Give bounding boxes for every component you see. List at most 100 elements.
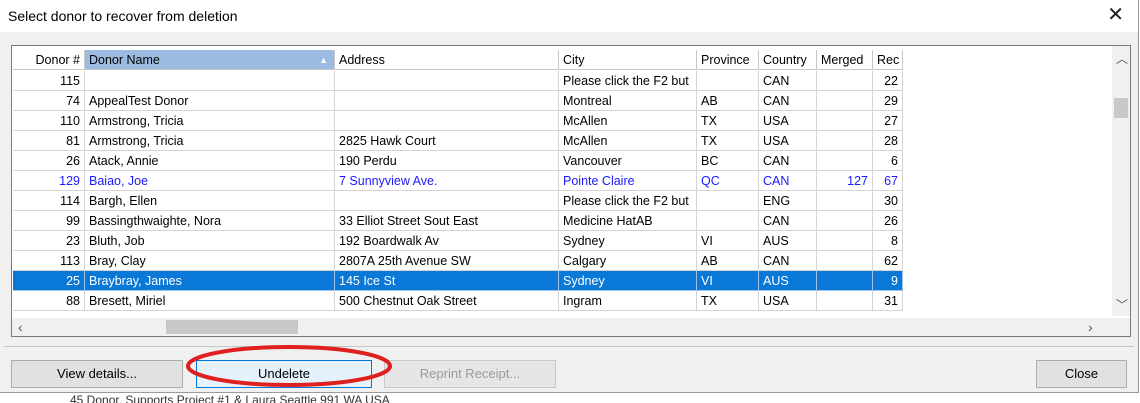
column-header-rec[interactable]: Rec: [873, 50, 903, 70]
scroll-left-icon[interactable]: ‹: [18, 319, 23, 335]
table-row[interactable]: 81 Armstrong, Tricia 2825 Hawk Court McAlle…: [13, 131, 903, 151]
table-cell: 28: [873, 131, 903, 151]
scroll-down-icon[interactable]: ﹀: [1116, 296, 1128, 313]
table-row[interactable]: 26 Atack, Annie 190 Perdu Vancouver BC CAN 6: [13, 151, 903, 171]
table-cell: Armstrong, Tricia: [85, 111, 335, 131]
column-header-donor-name[interactable]: Donor Name ▲: [85, 50, 335, 70]
table-cell: Medicine HatAB: [559, 211, 697, 231]
table-row[interactable]: 115 Please click the F2 but CAN 22: [13, 71, 903, 91]
table-cell: 115: [13, 71, 85, 91]
table-cell: 8: [873, 231, 903, 251]
table-cell: Bray, Clay: [85, 251, 335, 271]
table-cell: 190 Perdu: [335, 151, 559, 171]
table-cell: 33 Elliot Street Sout East: [335, 211, 559, 231]
column-header-label: Country: [763, 53, 807, 67]
table-row[interactable]: 74 AppealTest Donor Montreal AB CAN 29: [13, 91, 903, 111]
donor-table[interactable]: Donor # Donor Name ▲ Address City Province Cou…: [11, 45, 1131, 337]
table-cell: 114: [13, 191, 85, 211]
table-body: 115 Please click the F2 but CAN 22 74 AppealT…: [13, 71, 903, 311]
table-cell: 129: [13, 171, 85, 191]
title-bar: Select donor to recover from deletion ✕: [0, 0, 1138, 32]
table-cell: USA: [759, 131, 817, 151]
table-cell: CAN: [759, 211, 817, 231]
table-cell: [817, 231, 873, 251]
table-row[interactable]: 99 Bassingthwaighte, Nora 33 Elliot Street…: [13, 211, 903, 231]
divider: [4, 346, 1134, 347]
table-cell: AppealTest Donor: [85, 91, 335, 111]
column-header-address[interactable]: Address: [335, 50, 559, 70]
column-header-donor[interactable]: Donor #: [13, 50, 85, 70]
horizontal-scrollbar[interactable]: ‹ ›: [12, 318, 1112, 336]
column-header-label: Donor #: [35, 53, 80, 67]
scrollbar-corner: [1112, 318, 1130, 336]
table-cell: AUS: [759, 271, 817, 291]
vertical-scrollbar[interactable]: ︿ ﹀: [1112, 46, 1130, 316]
table-cell: [85, 71, 335, 91]
table-cell: 23: [13, 231, 85, 251]
table-cell: CAN: [759, 251, 817, 271]
table-cell: [335, 191, 559, 211]
table-cell: Vancouver: [559, 151, 697, 171]
table-cell: Calgary: [559, 251, 697, 271]
table-cell: [335, 71, 559, 91]
scroll-up-icon[interactable]: ︿: [1116, 50, 1128, 67]
table-cell: TX: [697, 131, 759, 151]
table-cell: [817, 211, 873, 231]
table-row[interactable]: 110 Armstrong, Tricia McAllen TX USA 27: [13, 111, 903, 131]
column-header-province[interactable]: Province: [697, 50, 759, 70]
table-row[interactable]: 114 Bargh, Ellen Please click the F2 but EN…: [13, 191, 903, 211]
scroll-right-icon[interactable]: ›: [1088, 319, 1093, 335]
table-cell: McAllen: [559, 111, 697, 131]
column-header-country[interactable]: Country: [759, 50, 817, 70]
table-cell: 2825 Hawk Court: [335, 131, 559, 151]
table-cell: 62: [873, 251, 903, 271]
table-cell: ENG: [759, 191, 817, 211]
background-row-text: 45 Donor, Supports Project #1 & Laura Se…: [70, 393, 390, 403]
column-header-label: Donor Name: [89, 53, 160, 67]
table-cell: [817, 91, 873, 111]
table-cell: [817, 131, 873, 151]
view-details-button[interactable]: View details...: [11, 360, 183, 388]
reprint-receipt-button: Reprint Receipt...: [384, 360, 556, 388]
table-cell: USA: [759, 111, 817, 131]
column-header-label: Rec: [877, 53, 900, 67]
table-cell: AB: [697, 251, 759, 271]
table-cell: Please click the F2 but: [559, 191, 697, 211]
table-row[interactable]: 129 Baiao, Joe 7 Sunnyview Ave. Pointe Clai…: [13, 171, 903, 191]
select-donor-dialog: Select donor to recover from deletion ✕ …: [0, 0, 1139, 393]
column-header-merged[interactable]: Merged: [817, 50, 873, 70]
table-row[interactable]: 88 Bresett, Miriel 500 Chestnut Oak Street…: [13, 291, 903, 311]
vertical-scroll-thumb[interactable]: [1114, 98, 1128, 118]
table-cell: CAN: [759, 151, 817, 171]
table-cell: USA: [759, 291, 817, 311]
table-row[interactable]: 23 Bluth, Job 192 Boardwalk Av Sydney VI AUS 8: [13, 231, 903, 251]
table-cell: McAllen: [559, 131, 697, 151]
close-button[interactable]: Close: [1036, 360, 1127, 388]
table-cell: [817, 151, 873, 171]
dialog-title: Select donor to recover from deletion: [8, 8, 238, 24]
column-header-city[interactable]: City: [559, 50, 697, 70]
table-cell: QC: [697, 171, 759, 191]
table-cell: 81: [13, 131, 85, 151]
table-cell: 9: [873, 271, 903, 291]
table-row-selected[interactable]: 25 Braybray, James 145 Ice St Sydney VI AUS 9: [13, 271, 903, 291]
table-cell: 110: [13, 111, 85, 131]
horizontal-scroll-thumb[interactable]: [166, 320, 298, 334]
table-cell: Please click the F2 but: [559, 71, 697, 91]
table-cell: Bassingthwaighte, Nora: [85, 211, 335, 231]
table-cell: 74: [13, 91, 85, 111]
undelete-button[interactable]: Undelete: [196, 360, 372, 388]
table-cell: 127: [817, 171, 873, 191]
table-row[interactable]: 113 Bray, Clay 2807A 25th Avenue SW Calgary…: [13, 251, 903, 271]
table-cell: [817, 191, 873, 211]
table-cell: Sydney: [559, 231, 697, 251]
table-header: Donor # Donor Name ▲ Address City Province Cou…: [13, 50, 903, 70]
table-cell: 6: [873, 151, 903, 171]
table-cell: [697, 211, 759, 231]
table-cell: Bluth, Job: [85, 231, 335, 251]
table-cell: [697, 71, 759, 91]
close-icon[interactable]: ✕: [1107, 4, 1124, 26]
table-cell: TX: [697, 111, 759, 131]
table-cell: CAN: [759, 91, 817, 111]
table-cell: 88: [13, 291, 85, 311]
